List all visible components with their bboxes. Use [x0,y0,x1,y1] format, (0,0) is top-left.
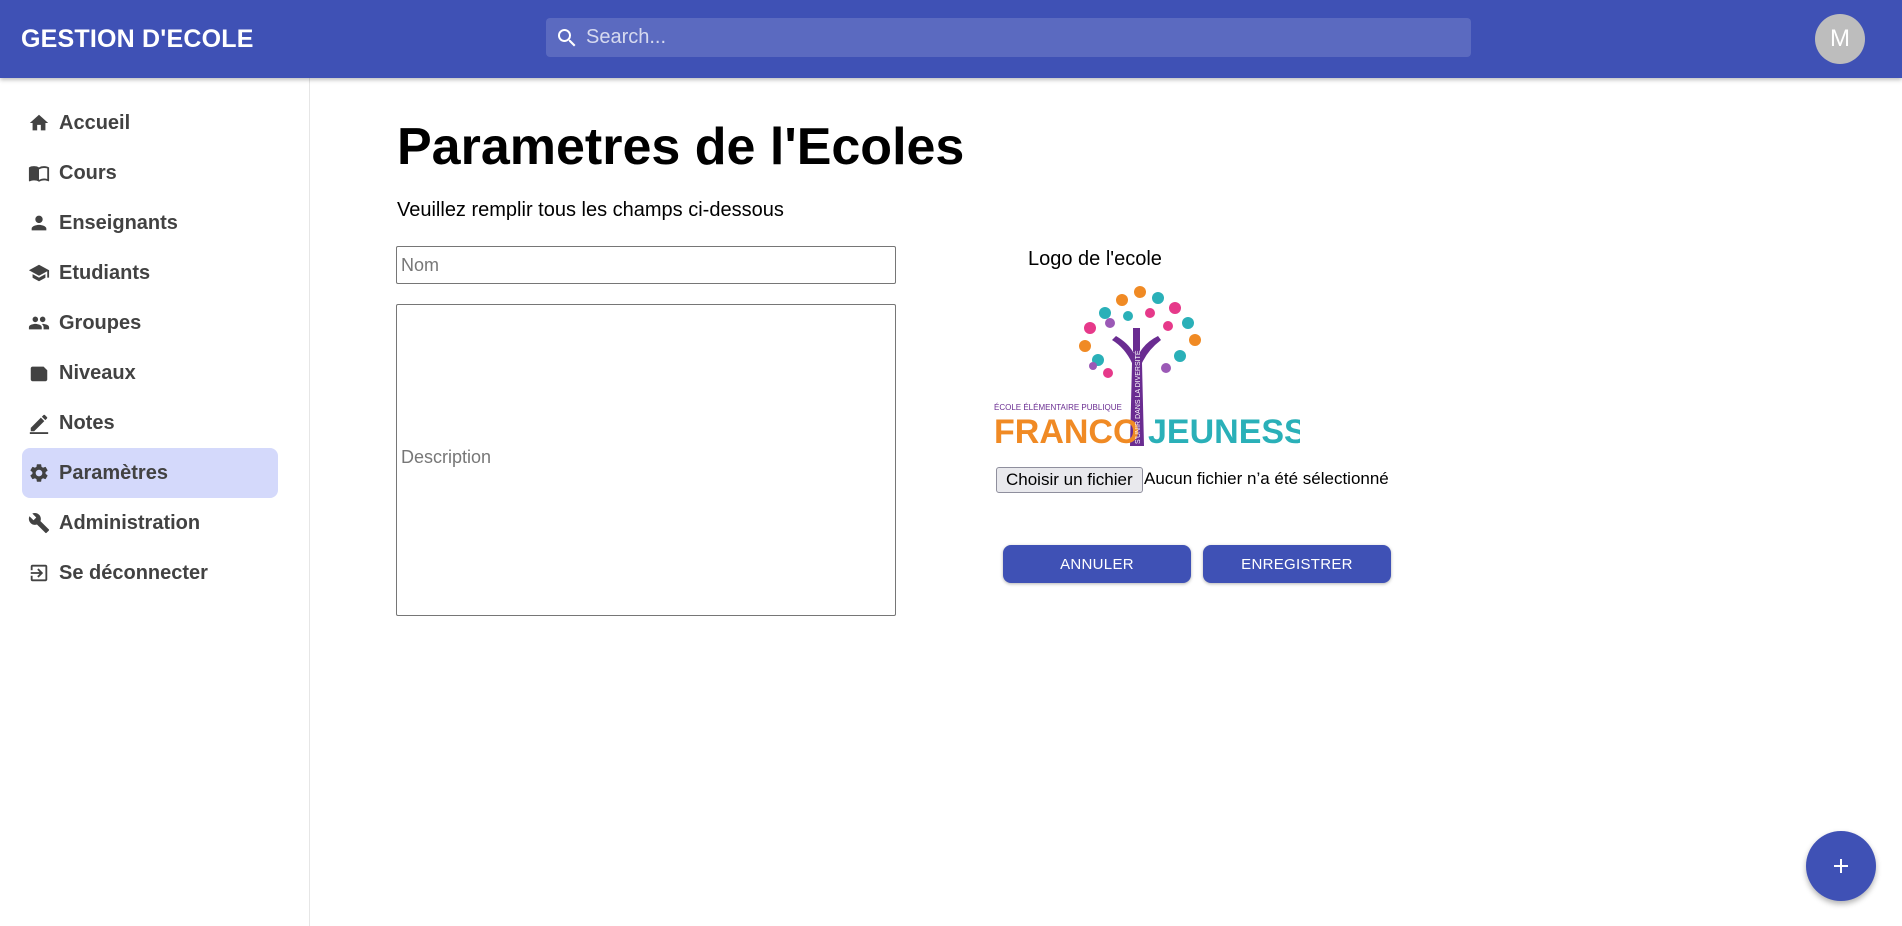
sidebar-item-label: Etudiants [59,262,151,284]
search-icon [558,29,576,47]
sidebar-item-accueil[interactable]: Accueil [22,98,278,148]
file-status-text: Aucun fichier n’a été sélectionné [1144,469,1389,488]
sidebar-item-cours[interactable]: Cours [22,148,278,198]
sidebar-item-groupes[interactable]: Groupes [22,298,278,348]
sidebar-item-se-deconnecter[interactable]: Se déconnecter [22,548,278,598]
sidebar-item-parametres[interactable]: Paramètres [22,448,278,498]
sidebar-item-administration[interactable]: Administration [22,498,278,548]
book-icon [28,166,50,182]
gear-icon [30,464,48,482]
nom-input[interactable] [396,246,896,284]
edit-icon [29,414,49,434]
logo-top-text: ÉCOLE ÉLÉMENTAIRE PUBLIQUE [994,403,1122,412]
sidebar-item-notes[interactable]: Notes [22,398,278,448]
description-textarea[interactable] [397,305,895,615]
search-input[interactable] [586,18,1456,57]
search-bar[interactable] [546,18,1471,57]
page-title: Parametres de l'Ecoles [397,118,965,176]
logo-jeunesse-text: JEUNESSE [1148,413,1300,451]
sidebar-item-enseignants[interactable]: Enseignants [22,198,278,248]
cancel-button[interactable]: ANNULER [1003,545,1191,583]
group-icon [28,316,50,330]
sidebar-item-label: Paramètres [59,462,168,484]
app-bar: GESTION D'ECOLE M [0,0,1902,78]
logo-franco-text: FRANCO [994,413,1139,451]
app-title: GESTION D'ECOLE [21,25,254,53]
sidebar-item-label: Notes [59,412,115,434]
school-logo-image: ÉCOLE ÉLÉMENTAIRE PUBLIQUE FRANCO JEUNES… [994,286,1300,451]
sidebar-item-etudiants[interactable]: Etudiants [22,248,278,298]
sidebar-item-label: Administration [59,512,201,534]
logout-icon [30,564,48,582]
logo-trunk-text: S'UNIR DANS LA DIVERSITÉ [1133,350,1142,444]
home-icon [29,114,49,131]
sidebar-item-label: Se déconnecter [59,562,208,584]
sidebar-item-label: Accueil [59,112,131,134]
sidebar: Accueil Cours Enseignants Etudiants Grou… [0,78,310,926]
description-field[interactable] [396,304,896,616]
school-icon [28,264,50,282]
person-icon [31,215,47,231]
wrench-icon [28,513,50,534]
sidebar-item-label: Groupes [59,312,142,334]
page-subtitle: Veuillez remplir tous les champs ci-dess… [397,199,784,221]
sidebar-item-label: Cours [59,162,117,184]
label-icon [30,366,48,382]
add-fab-button[interactable] [1806,831,1876,901]
save-button[interactable]: ENREGISTRER [1203,545,1391,583]
plus-icon [1834,859,1848,873]
sidebar-item-niveaux[interactable]: Niveaux [22,348,278,398]
sidebar-item-label: Enseignants [59,212,178,234]
choose-file-button[interactable]: Choisir un fichier [996,467,1143,493]
sidebar-item-label: Niveaux [59,362,136,384]
avatar[interactable]: M [1815,14,1865,64]
